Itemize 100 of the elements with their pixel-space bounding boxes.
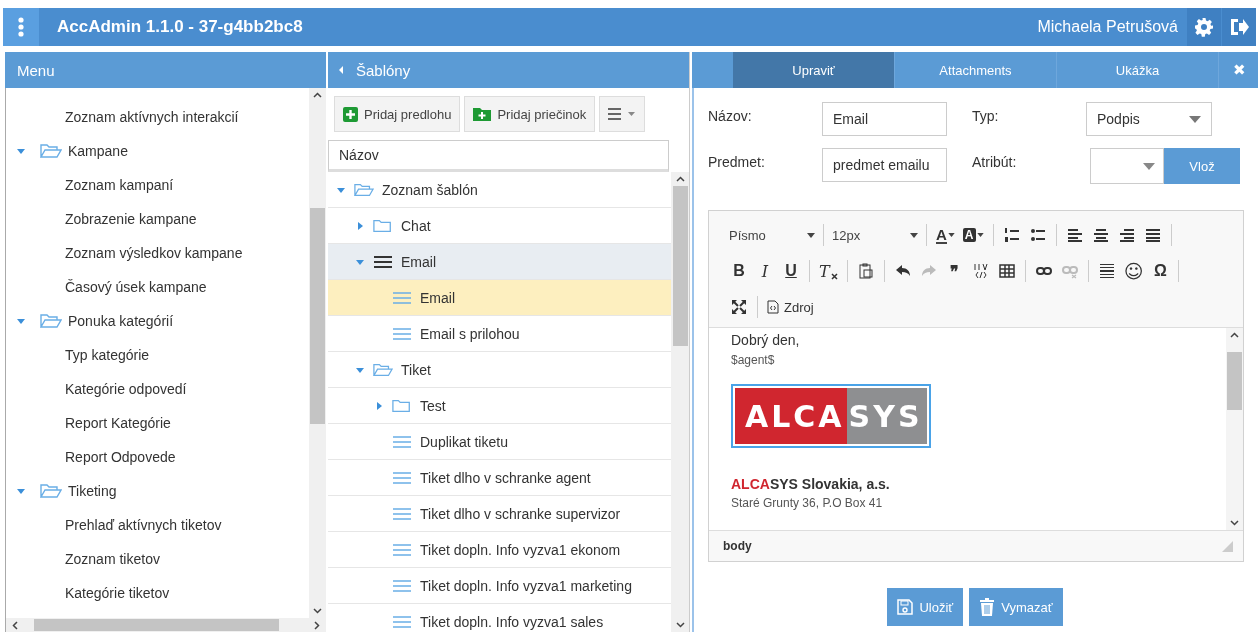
tree-item[interactable]: Zoznam šablón [328, 172, 671, 208]
scroll-down-icon[interactable] [313, 608, 322, 614]
lines-icon [392, 470, 412, 485]
maximize-icon [731, 299, 747, 315]
bold-button[interactable]: B [727, 259, 751, 283]
settings-icon [1194, 17, 1214, 37]
folder-icon [373, 361, 393, 378]
align-justify-icon [1144, 227, 1161, 243]
smiley-button[interactable]: ☺ [1120, 259, 1147, 283]
menu-item[interactable]: Kampane [6, 134, 309, 168]
tree-item[interactable]: Duplikat tiketu [328, 424, 671, 460]
caret-down-icon[interactable] [16, 486, 26, 496]
scroll-right-icon[interactable] [314, 620, 320, 630]
underline-button[interactable]: U [779, 259, 803, 283]
menu-item[interactable]: Ponuka kategórií [6, 304, 309, 338]
field-label: Názov: [708, 107, 753, 124]
numbered-list-icon [1003, 227, 1020, 243]
scroll-up-icon[interactable] [313, 92, 322, 98]
user-name[interactable]: Michaela Petrušová [1037, 18, 1178, 36]
menu-item[interactable]: Zoznam aktívnych interakcií [6, 100, 309, 134]
caret-right-icon[interactable] [374, 400, 384, 411]
lines-icon [392, 506, 412, 521]
folder-icon [354, 181, 374, 198]
lines-icon [392, 614, 412, 629]
div-icon [972, 263, 989, 279]
add-folder-button[interactable]: Pridaj priečinok [464, 96, 596, 132]
tree-item[interactable]: Tiket dlho v schranke supervizor [328, 496, 671, 532]
placeholder-variable: $agent$ [731, 352, 776, 369]
source-button[interactable]: Zdroj [764, 295, 817, 319]
name-field[interactable]: Email [822, 102, 947, 136]
caret-down-icon [807, 232, 815, 238]
scrollbar[interactable] [6, 618, 326, 632]
scrollbar[interactable] [671, 172, 689, 632]
menu-item[interactable]: Kategórie tiketov [6, 576, 309, 610]
tree-item[interactable]: Tiket dopln. Info vyzva1 marketing [328, 568, 671, 604]
field-label: Atribút: [972, 153, 1018, 170]
menu-item[interactable]: Report Odpovede [6, 440, 309, 474]
subject-field[interactable]: predmet emailu [822, 148, 947, 182]
field-label: Typ: [972, 107, 1000, 124]
options-button[interactable] [599, 96, 646, 132]
hr-icon [1098, 263, 1115, 279]
table-icon [998, 263, 1015, 279]
column-header[interactable]: Názov [328, 140, 669, 172]
menu-item[interactable]: Kategórie odpovedí [6, 372, 309, 406]
menu-item[interactable]: Zobrazenie kampane [6, 202, 309, 236]
resize-handle-icon[interactable] [1222, 540, 1233, 552]
menu-button[interactable] [3, 8, 39, 46]
lines-icon [392, 578, 412, 593]
menu-item[interactable]: Časový úsek kampane [6, 270, 309, 304]
align-center-icon [1092, 227, 1109, 243]
tree-item[interactable]: Test [328, 388, 671, 424]
settings-button[interactable] [1187, 8, 1221, 46]
italic-button[interactable]: I [753, 259, 777, 283]
tab[interactable]: Upraviť [733, 52, 895, 88]
element-path[interactable]: body [723, 539, 752, 553]
type-dropdown[interactable]: Podpis [1086, 102, 1212, 136]
caret-down-icon[interactable] [16, 146, 26, 156]
tree-item[interactable]: Tiket dopln. Info vyzva1 ekonom [328, 532, 671, 568]
menu-item[interactable]: Zoznam kampaní [6, 168, 309, 202]
menu-item[interactable]: Prehlaď aktívnych tiketov [6, 508, 309, 542]
align-right-icon [1118, 227, 1135, 243]
menu-item[interactable]: Zoznam výsledkov kampane [6, 236, 309, 270]
quote-button[interactable]: ❞ [942, 259, 967, 283]
collapse-icon[interactable] [338, 65, 344, 75]
special-character-button[interactable]: Ω [1148, 259, 1173, 283]
caret-right-icon[interactable] [355, 220, 365, 231]
menu-item[interactable]: Typ kategórie [6, 338, 309, 372]
lines-icon [373, 254, 393, 269]
clear-format-button[interactable]: T [816, 259, 841, 283]
size-dropdown[interactable]: 12px [830, 227, 920, 243]
scroll-down-icon[interactable] [675, 622, 685, 628]
menu-item[interactable]: Report Kategórie [6, 406, 309, 440]
folder-icon [40, 313, 62, 329]
tree-item[interactable]: Tiket [328, 352, 671, 388]
scroll-up-icon[interactable] [1230, 332, 1239, 338]
menu-icon [608, 108, 637, 120]
caret-down-icon [976, 233, 984, 237]
add-template-button[interactable]: Pridaj predlohu [334, 96, 461, 132]
tree-item[interactable]: Email s prilohou [328, 316, 671, 352]
scroll-down-icon[interactable] [1230, 520, 1239, 526]
greeting-text: Dobrý den, [731, 331, 801, 350]
menu-item[interactable]: Tiketing [6, 474, 309, 508]
scrollbar[interactable] [309, 88, 326, 618]
font-dropdown[interactable]: Písmo [727, 227, 817, 243]
tree-item[interactable]: Tiket dlho v schranke agent [328, 460, 671, 496]
scroll-left-icon[interactable] [12, 620, 18, 630]
scrollbar[interactable] [1226, 328, 1243, 530]
scroll-up-icon[interactable] [675, 176, 685, 182]
tree-item[interactable]: Email [328, 280, 671, 316]
text-color-button[interactable]: A [933, 223, 958, 247]
bullet-list-icon [1029, 227, 1046, 243]
menu-item[interactable]: Zoznam tiketov [6, 542, 309, 576]
templates-title: Šablóny [356, 61, 411, 79]
logout-button[interactable] [1222, 8, 1256, 46]
trash-icon [979, 598, 996, 616]
caret-down-icon [947, 233, 955, 237]
background-color-button[interactable]: A [959, 223, 987, 247]
tree-item[interactable]: Email [328, 244, 671, 280]
folder-plus-icon [473, 107, 492, 121]
caret-down-icon[interactable] [16, 316, 26, 326]
